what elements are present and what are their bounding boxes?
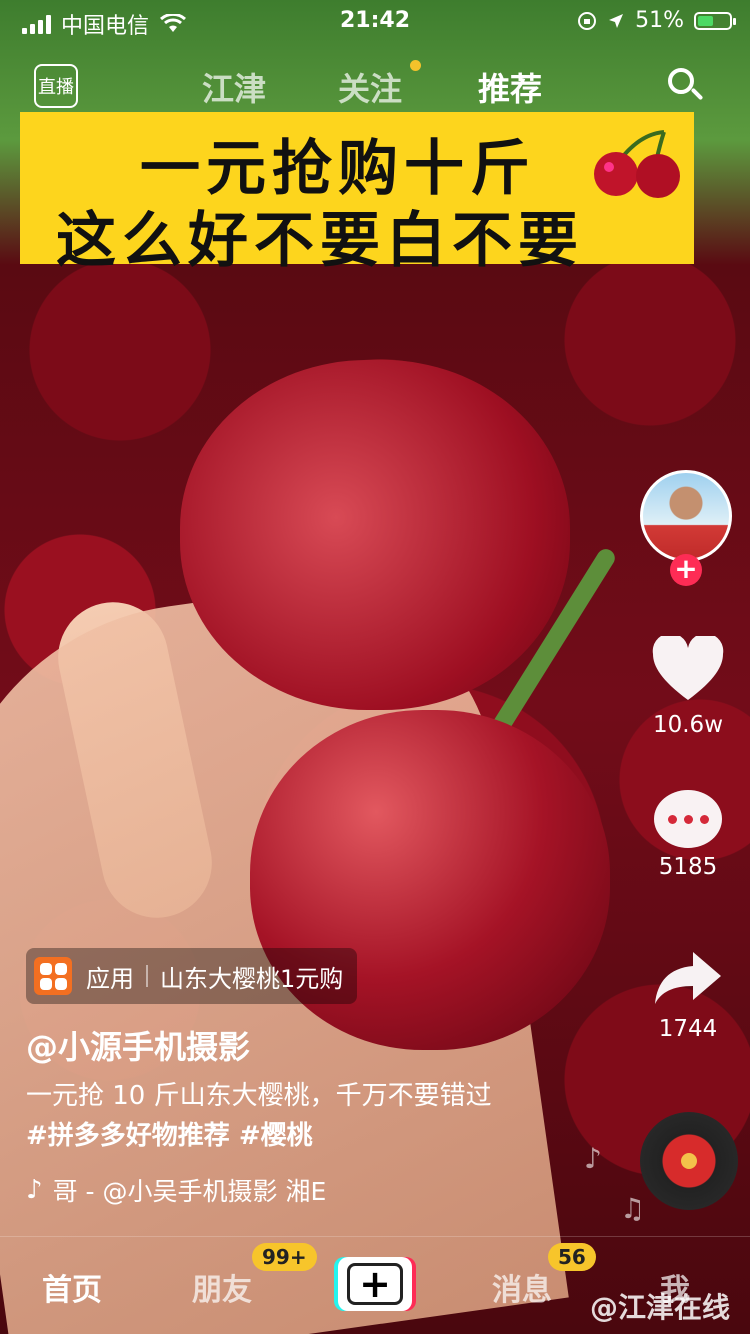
promo-banner: 一元抢购十斤 这么好不要白不要 [20, 112, 694, 276]
comment-count: 5185 [658, 854, 718, 880]
top-nav: 直播 江津 关注 推荐 [0, 60, 750, 122]
share-icon [655, 952, 721, 1004]
nav-friends-label: 朋友 [192, 1273, 252, 1308]
cherries-icon [594, 130, 680, 198]
badge-divider [146, 965, 148, 987]
tab-recommended[interactable]: 推荐 [478, 64, 542, 122]
create-button[interactable]: + [338, 1257, 412, 1311]
share-action[interactable]: 1744 [638, 948, 738, 1042]
heart-icon [652, 633, 724, 700]
app-title: 山东大樱桃1元购 [160, 964, 344, 993]
messages-badge: 56 [548, 1243, 596, 1271]
follow-button[interactable]: + [670, 554, 702, 586]
cherry-bitten [180, 360, 570, 710]
nav-messages-label: 消息 [492, 1273, 552, 1308]
comment-icon [654, 790, 722, 848]
plus-icon: + [347, 1262, 403, 1306]
video-feed-screen[interactable]: 中国电信 21:42 51% 直播 江津 关注 推荐 一元抢购十斤 这么好不要白… [0, 0, 750, 1334]
battery-percent: 51% [635, 8, 684, 33]
watermark: @江津在线 [589, 1291, 730, 1324]
music-disc[interactable] [640, 1112, 738, 1210]
friends-badge: 99+ [252, 1243, 317, 1271]
description-text: 一元抢 10 斤山东大樱桃，千万不要错过 [26, 1081, 492, 1111]
music-info[interactable]: ♪ 哥 - @小吴手机摄影 湘E [26, 1172, 326, 1208]
nav-home[interactable]: 首页 [42, 1265, 102, 1309]
app-link-badge[interactable]: 应用 山东大樱桃1元购 [26, 948, 358, 1004]
music-title: 哥 - @小吴手机摄影 湘E [52, 1177, 327, 1206]
video-description: 一元抢 10 斤山东大樱桃，千万不要错过 #拼多多好物推荐 #樱桃 [26, 1076, 586, 1156]
share-count: 1744 [658, 1016, 718, 1042]
banner-line-2: 这么好不要白不要 [56, 206, 584, 276]
music-note-icon: ♪ [584, 1142, 602, 1175]
tab-jiangjin[interactable]: 江津 [202, 64, 266, 110]
search-icon[interactable] [668, 68, 704, 104]
status-right: 51% [577, 8, 736, 33]
battery-icon [694, 11, 736, 30]
orientation-lock-icon [578, 11, 597, 30]
music-note-icon: ♫ [620, 1192, 646, 1225]
location-icon [609, 13, 624, 28]
app-type-label: 应用 [86, 964, 134, 993]
nav-friends[interactable]: 朋友 99+ [192, 1243, 317, 1309]
author-name[interactable]: @小源手机摄影 [26, 1022, 250, 1068]
nav-messages[interactable]: 消息 56 [492, 1243, 596, 1309]
like-count: 10.6w [652, 712, 724, 738]
tiktok-note-icon: ♪ [26, 1175, 43, 1205]
app-icon [34, 957, 72, 995]
author-avatar[interactable] [640, 470, 732, 562]
like-action[interactable]: 10.6w [638, 633, 738, 738]
hashtags[interactable]: #拼多多好物推荐 #樱桃 [26, 1116, 586, 1156]
comment-action[interactable]: 5185 [638, 790, 738, 880]
top-tabs: 江津 关注 推荐 [0, 60, 750, 122]
status-bar: 中国电信 21:42 51% [0, 0, 750, 40]
tab-following[interactable]: 关注 [338, 64, 402, 110]
following-new-dot [410, 60, 421, 71]
